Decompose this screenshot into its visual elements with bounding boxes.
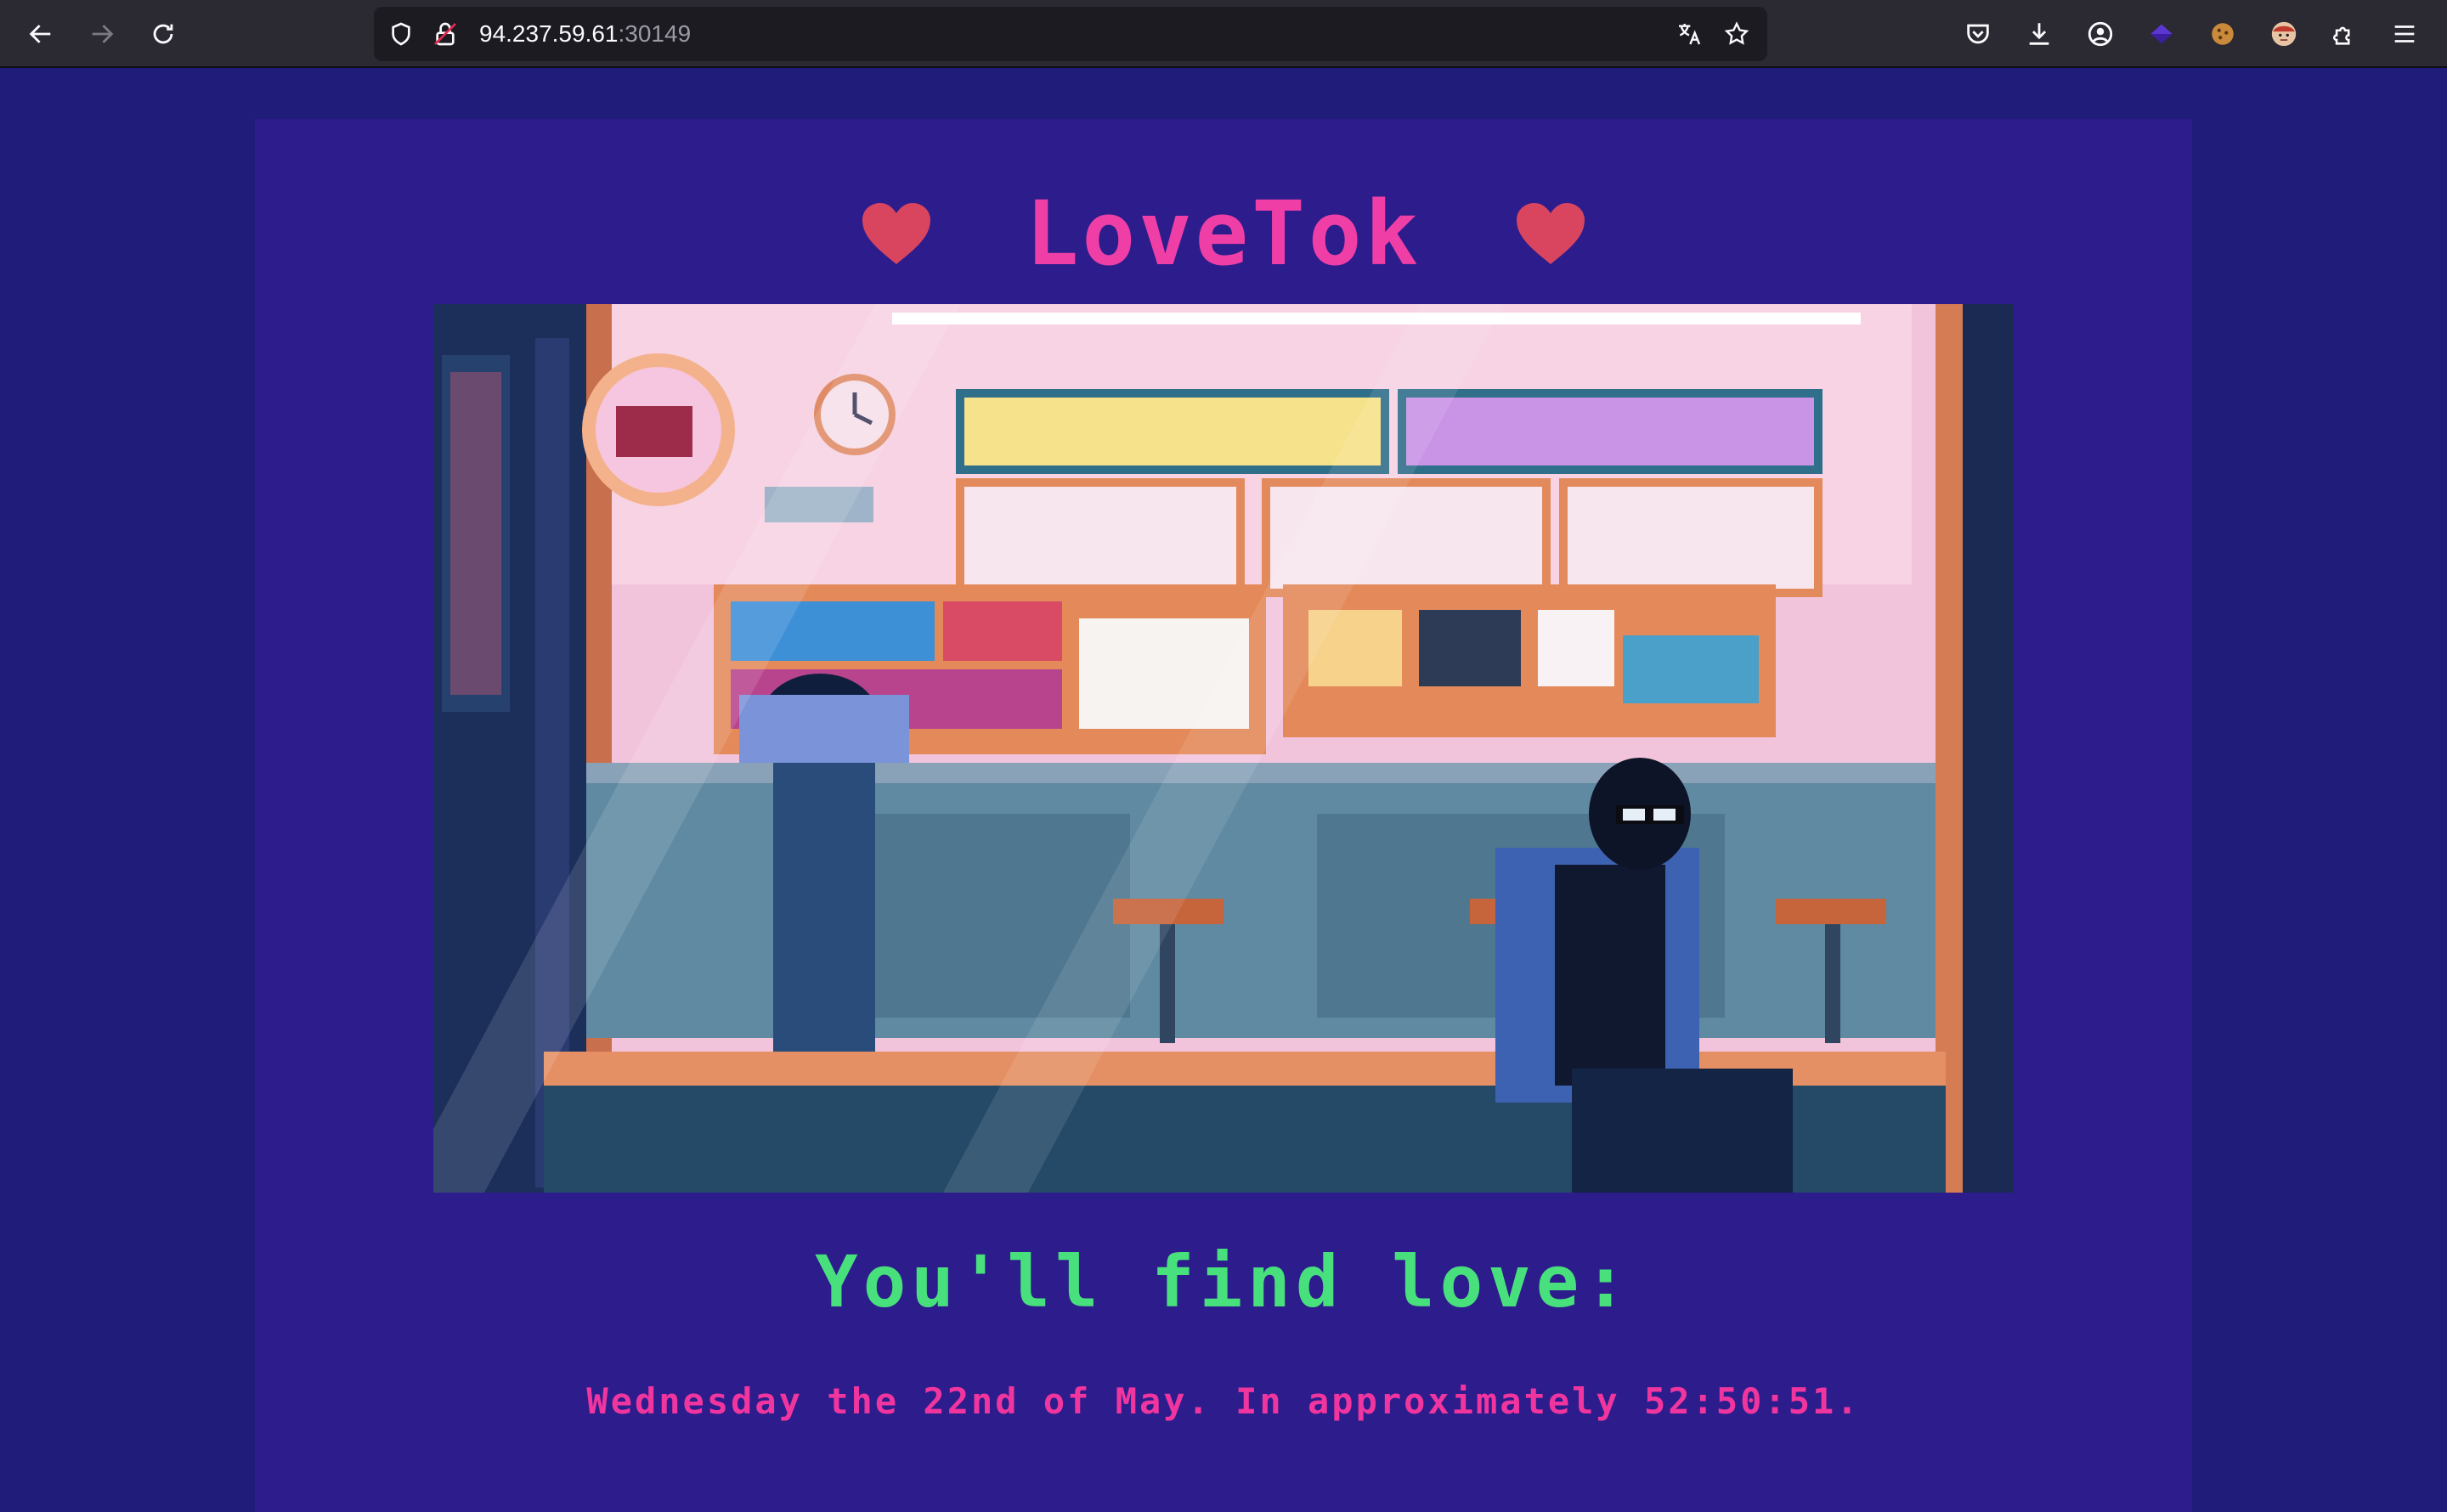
reload-button[interactable] — [143, 14, 184, 54]
shield-icon[interactable] — [386, 19, 416, 49]
puzzle-icon[interactable] — [2326, 15, 2364, 53]
main-card: LoveTok You'll find love: Wednesday the … — [255, 119, 2192, 1512]
reload-icon — [153, 24, 173, 44]
address-bar[interactable]: 94.237.59.61:30149 — [374, 7, 1767, 61]
insecure-lock-icon[interactable] — [430, 19, 461, 49]
right-heart-icon — [1517, 203, 1585, 264]
url-host: 94.237.59.61 — [479, 20, 619, 47]
pocket-icon[interactable] — [1959, 15, 1997, 53]
forward-arrow-icon — [92, 25, 114, 43]
page-body: LoveTok You'll find love: Wednesday the … — [0, 68, 2447, 1512]
hamburger-menu-icon[interactable] — [2386, 15, 2423, 53]
hero-image — [433, 304, 2014, 1193]
account-icon[interactable] — [2082, 15, 2119, 53]
translate-icon[interactable] — [1674, 19, 1704, 49]
avatar-extension-icon[interactable] — [2265, 15, 2303, 53]
brand-header: LoveTok — [255, 178, 2192, 289]
cookie-extension-icon[interactable] — [2204, 15, 2241, 53]
url-text[interactable]: 94.237.59.61:30149 — [479, 20, 691, 48]
diamond-extension-icon[interactable] — [2143, 15, 2180, 53]
download-icon[interactable] — [2020, 15, 2058, 53]
back-arrow-icon — [29, 25, 51, 43]
back-button[interactable] — [20, 14, 61, 54]
love-prediction-text: Wednesday the 22nd of May. In approximat… — [586, 1380, 1861, 1422]
pixel-art-convenience-store — [433, 304, 2014, 1193]
url-port: :30149 — [618, 20, 692, 47]
browser-toolbar: 94.237.59.61:30149 — [0, 0, 2447, 68]
left-heart-icon — [862, 203, 930, 264]
star-icon[interactable] — [1721, 19, 1752, 49]
forward-button[interactable] — [82, 14, 122, 54]
app-title: LoveTok — [1025, 182, 1422, 285]
subheading: You'll find love: — [815, 1240, 1632, 1323]
